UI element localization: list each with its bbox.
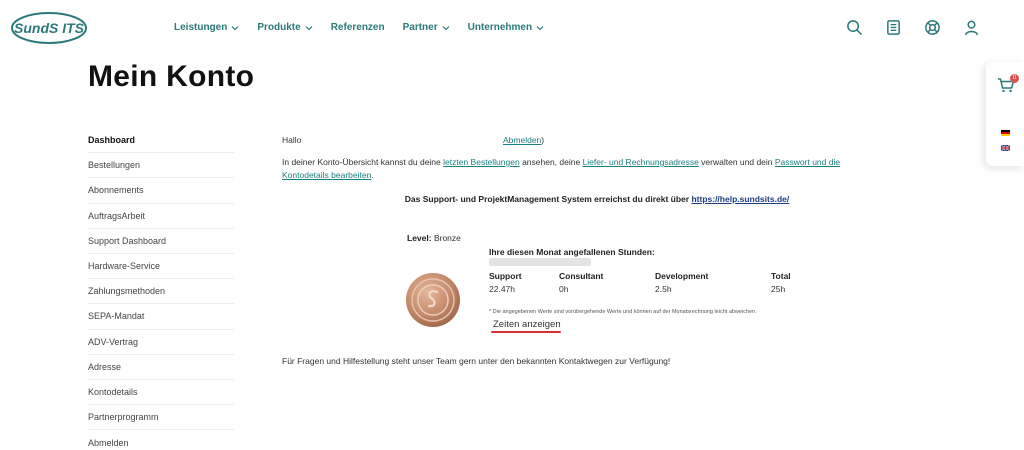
hours-label: Development bbox=[655, 271, 709, 281]
floating-side-panel: 0 bbox=[986, 62, 1024, 166]
sidebar-item-adv-vertrag[interactable]: ADV-Vertrag bbox=[88, 330, 234, 355]
contact-note: Für Fragen und Hilfestellung steht unser… bbox=[282, 356, 671, 366]
sidebar-item-label: SEPA-Mandat bbox=[88, 311, 145, 322]
intro-text: ansehen, deine bbox=[519, 157, 583, 167]
sidebar-item-zahlungsmethoden[interactable]: Zahlungsmethoden bbox=[88, 279, 234, 305]
page-title: Mein Konto bbox=[88, 60, 255, 93]
hours-value: 25h bbox=[771, 284, 786, 294]
support-text: Das Support- und ProjektManagement Syste… bbox=[404, 194, 690, 204]
sidebar-item-label: Adresse bbox=[88, 361, 122, 372]
sidebar-item-auftragsarbeit[interactable]: AuftragsArbeit bbox=[88, 204, 234, 229]
chevron-down-icon bbox=[536, 25, 544, 30]
logout-suffix: ) bbox=[541, 135, 545, 145]
nav-unternehmen[interactable]: Unternehmen bbox=[468, 22, 544, 33]
intro-text: . bbox=[371, 170, 374, 180]
user-icon[interactable] bbox=[963, 19, 980, 36]
nav-label: Referenzen bbox=[330, 22, 385, 33]
chevron-down-icon bbox=[305, 25, 313, 30]
sidebar-item-sepa-mandat[interactable]: SEPA-Mandat bbox=[88, 304, 234, 330]
support-system-notice: Das Support- und ProjektManagement Syste… bbox=[282, 193, 912, 206]
sidebar-item-abmelden[interactable]: Abmelden bbox=[88, 430, 234, 450]
hours-development: Development 2.5h bbox=[655, 270, 708, 296]
sidebar-item-label: Dashboard bbox=[88, 135, 136, 146]
hours-label: Consultant bbox=[559, 271, 604, 281]
level-value: Bronze bbox=[433, 233, 461, 243]
hours-label: Support bbox=[489, 271, 522, 281]
nav-label: Leistungen bbox=[174, 22, 228, 33]
addresses-link[interactable]: Liefer- und Rechnungsadresse bbox=[583, 157, 699, 167]
hours-consultant: Consultant 0h bbox=[559, 270, 603, 296]
level-label: Level: bbox=[407, 233, 432, 243]
nav-referenzen[interactable]: Referenzen bbox=[331, 22, 385, 33]
sidebar-item-dashboard[interactable]: Dashboard bbox=[88, 128, 234, 154]
chevron-down-icon bbox=[442, 25, 450, 30]
cart-count-badge: 0 bbox=[1010, 74, 1019, 83]
sidebar-item-hardware-service[interactable]: Hardware-Service bbox=[88, 254, 234, 280]
highlight-underline bbox=[491, 331, 561, 333]
sunds-its-logo[interactable]: SundS ITS bbox=[10, 11, 88, 45]
logo-text: SundS ITS bbox=[14, 20, 85, 36]
hours-value: 22.47h bbox=[489, 284, 515, 294]
chevron-down-icon bbox=[231, 25, 239, 30]
sidebar-item-label: Support Dashboard bbox=[88, 235, 167, 246]
greeting-text: Hallo bbox=[282, 135, 302, 145]
nav-label: Unternehmen bbox=[467, 22, 533, 33]
sidebar-item-support-dashboard[interactable]: Support Dashboard bbox=[88, 229, 234, 254]
hours-value: 2.5h bbox=[655, 284, 672, 294]
sidebar-item-partnerprogramm[interactable]: Partnerprogramm bbox=[88, 405, 234, 431]
intro-paragraph: In deiner Konto-Übersicht kannst du dein… bbox=[282, 156, 882, 182]
logout-link[interactable]: Abmelden bbox=[503, 135, 541, 145]
intro-text: In deiner Konto-Übersicht kannst du dein… bbox=[282, 157, 444, 167]
search-icon[interactable] bbox=[846, 19, 863, 36]
hours-support: Support 22.47h bbox=[489, 270, 522, 296]
bronze-medal-icon bbox=[406, 273, 460, 327]
show-times-button[interactable]: Zeiten anzeigen bbox=[493, 318, 561, 331]
document-icon[interactable] bbox=[885, 19, 902, 36]
support-lifebuoy-icon[interactable] bbox=[924, 19, 941, 36]
customer-level: Level: Bronze bbox=[407, 232, 461, 245]
sidebar-item-kontodetails[interactable]: Kontodetails bbox=[88, 380, 234, 406]
sidebar-item-label: Abonnements bbox=[88, 185, 144, 196]
sidebar-item-label: ADV-Vertrag bbox=[88, 336, 139, 347]
sidebar-item-abonnements[interactable]: Abonnements bbox=[88, 178, 234, 204]
nav-partner[interactable]: Partner bbox=[403, 22, 450, 33]
sidebar-item-bestellungen[interactable]: Bestellungen bbox=[88, 153, 234, 179]
nav-leistungen[interactable]: Leistungen bbox=[174, 22, 239, 33]
sidebar-item-label: Hardware-Service bbox=[88, 261, 161, 272]
account-sidebar: Dashboard Bestellungen Abonnements Auftr… bbox=[88, 128, 234, 450]
nav-label: Produkte bbox=[257, 22, 301, 33]
support-system-link[interactable]: https://help.sundsits.de/ bbox=[691, 194, 789, 204]
de-flag-icon[interactable] bbox=[1001, 130, 1010, 136]
main-nav: Leistungen Produkte Referenzen Partner U… bbox=[174, 22, 562, 33]
sidebar-item-label: Partnerprogramm bbox=[88, 412, 159, 423]
greeting-logout: Abmelden) bbox=[503, 134, 544, 147]
nav-label: Partner bbox=[402, 22, 438, 33]
sidebar-item-label: Abmelden bbox=[88, 437, 129, 448]
header-actions bbox=[846, 19, 980, 36]
hours-label: Total bbox=[771, 271, 791, 281]
sidebar-item-label: Kontodetails bbox=[88, 386, 138, 397]
redacted-text-bar bbox=[489, 258, 591, 266]
intro-text: verwalten und dein bbox=[698, 157, 775, 167]
site-header: SundS ITS Leistungen Produkte Referenzen… bbox=[0, 0, 1024, 58]
sidebar-item-label: Zahlungsmethoden bbox=[88, 286, 166, 297]
hours-value: 0h bbox=[559, 284, 569, 294]
sidebar-item-adresse[interactable]: Adresse bbox=[88, 355, 234, 380]
recent-orders-link[interactable]: letzten Bestellungen bbox=[443, 157, 520, 167]
nav-produkte[interactable]: Produkte bbox=[257, 22, 313, 33]
sidebar-item-label: Bestellungen bbox=[88, 160, 141, 171]
uk-flag-icon[interactable] bbox=[1001, 145, 1010, 151]
hours-total: Total 25h bbox=[771, 270, 791, 296]
sidebar-item-label: AuftragsArbeit bbox=[88, 210, 146, 221]
